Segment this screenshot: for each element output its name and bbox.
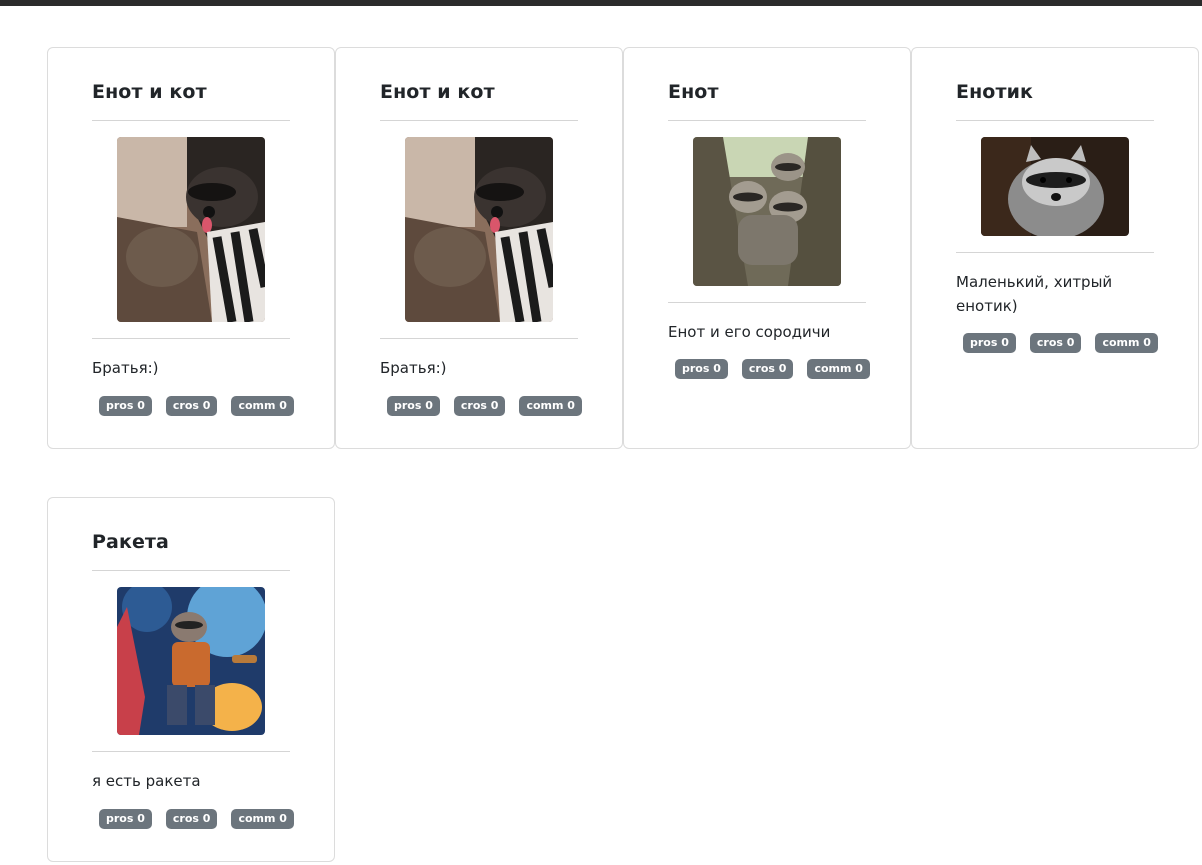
cros-badge[interactable]: cros 0 — [1029, 333, 1082, 353]
divider — [92, 751, 290, 752]
post-card[interactable]: Ракета я есть ракета pros 0 cros 0 comm — [47, 497, 335, 862]
card-description: Братья:) — [380, 359, 447, 377]
pros-badge[interactable]: pros 0 — [99, 809, 152, 829]
comm-badge[interactable]: comm 0 — [231, 396, 294, 416]
cros-badge[interactable]: cros 0 — [453, 396, 506, 416]
badge-row: pros 0 cros 0 comm 0 — [99, 809, 308, 829]
card-image[interactable] — [117, 587, 265, 735]
comm-badge[interactable]: comm 0 — [519, 396, 582, 416]
divider — [956, 252, 1154, 253]
badge-row: pros 0 cros 0 comm 0 — [99, 396, 308, 416]
post-card[interactable]: Енот Енот и его сородичи pros 0 cros 0 c — [623, 47, 911, 449]
cros-badge[interactable]: cros 0 — [165, 396, 218, 416]
divider — [92, 338, 290, 339]
card-description: я есть ракета — [92, 772, 201, 790]
divider — [956, 120, 1154, 121]
card-description: Братья:) — [92, 359, 159, 377]
divider — [380, 338, 578, 339]
divider — [668, 120, 866, 121]
cros-badge[interactable]: cros 0 — [741, 359, 794, 379]
divider — [92, 120, 290, 121]
post-card[interactable]: Енотик Маленький, хитрый енотик) pros 0 … — [911, 47, 1199, 449]
badge-row: pros 0 cros 0 comm 0 — [675, 359, 884, 379]
pros-badge[interactable]: pros 0 — [99, 396, 152, 416]
card-image[interactable] — [981, 137, 1129, 236]
pros-badge[interactable]: pros 0 — [387, 396, 440, 416]
comm-badge[interactable]: comm 0 — [231, 809, 294, 829]
badge-row: pros 0 cros 0 comm 0 — [963, 333, 1172, 353]
card-image[interactable] — [405, 137, 553, 322]
post-card[interactable]: Енот и кот Братья:) pros 0 cros 0 comm 0 — [335, 47, 623, 449]
divider — [668, 302, 866, 303]
card-title: Енот и кот — [380, 81, 495, 103]
pros-badge[interactable]: pros 0 — [675, 359, 728, 379]
card-image[interactable] — [117, 137, 265, 322]
divider — [92, 570, 290, 571]
card-description: Енот и его сородичи — [668, 323, 831, 341]
post-card[interactable]: Енот и кот Братья:) pros 0 cros 0 comm 0 — [47, 47, 335, 449]
badge-row: pros 0 cros 0 comm 0 — [387, 396, 596, 416]
comm-badge[interactable]: comm 0 — [807, 359, 870, 379]
card-description: Маленький, хитрый енотик) — [956, 273, 1113, 315]
top-bar — [0, 0, 1202, 6]
card-title: Енот — [668, 81, 719, 103]
card-image[interactable] — [693, 137, 841, 286]
card-title: Енотик — [956, 81, 1033, 103]
card-title: Енот и кот — [92, 81, 207, 103]
comm-badge[interactable]: comm 0 — [1095, 333, 1158, 353]
pros-badge[interactable]: pros 0 — [963, 333, 1016, 353]
divider — [380, 120, 578, 121]
cros-badge[interactable]: cros 0 — [165, 809, 218, 829]
card-title: Ракета — [92, 531, 169, 553]
